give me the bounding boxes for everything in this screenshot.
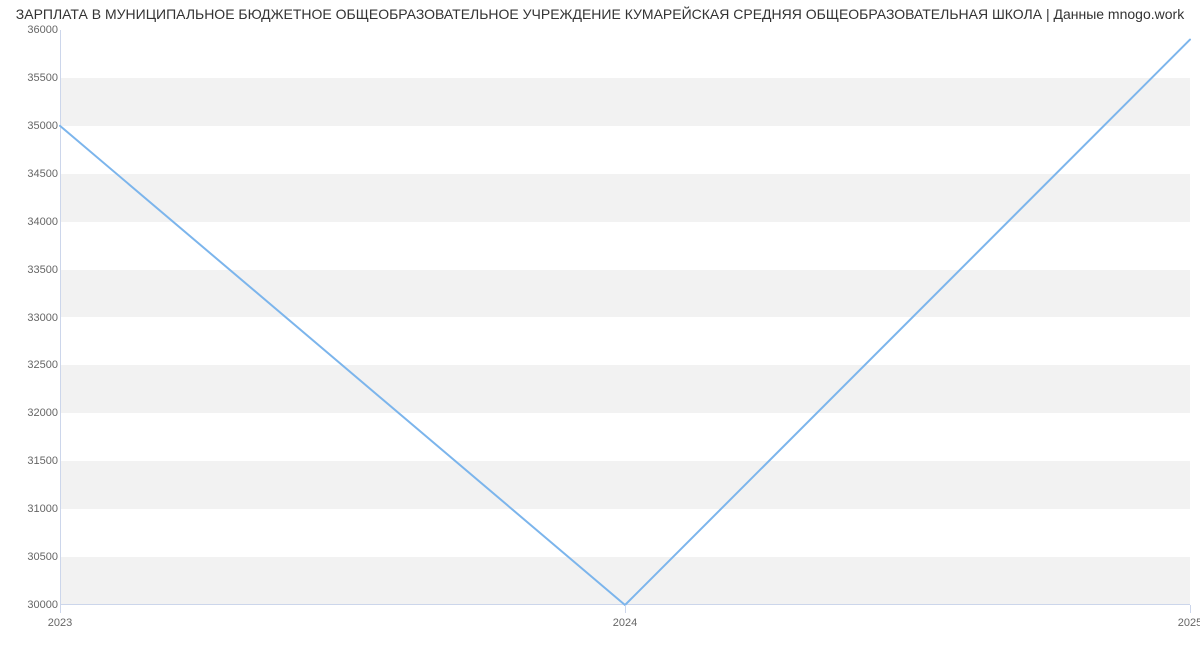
y-tick-label: 31000	[8, 503, 58, 515]
y-tick-label: 35000	[8, 120, 58, 132]
chart-title: ЗАРПЛАТА В МУНИЦИПАЛЬНОЕ БЮДЖЕТНОЕ ОБЩЕО…	[0, 6, 1200, 22]
x-tick-label: 2025	[1178, 617, 1200, 629]
y-tick-label: 36000	[8, 24, 58, 36]
y-tick-label: 32500	[8, 359, 58, 371]
y-tick-label: 34500	[8, 168, 58, 180]
x-tick-label: 2024	[613, 617, 637, 629]
y-tick-label: 31500	[8, 455, 58, 467]
y-tick-label: 30000	[8, 599, 58, 611]
y-tick-label: 33000	[8, 312, 58, 324]
x-tick	[60, 605, 61, 613]
x-tick-label: 2023	[48, 617, 72, 629]
x-tick	[1190, 605, 1191, 613]
series-line	[60, 40, 1190, 605]
y-tick-label: 33500	[8, 264, 58, 276]
plot-area: 202320242025	[60, 30, 1190, 605]
x-tick	[625, 605, 626, 613]
line-layer	[60, 30, 1190, 605]
y-tick-label: 30500	[8, 551, 58, 563]
y-tick-label: 35500	[8, 72, 58, 84]
y-tick-label: 34000	[8, 216, 58, 228]
chart-container: ЗАРПЛАТА В МУНИЦИПАЛЬНОЕ БЮДЖЕТНОЕ ОБЩЕО…	[0, 0, 1200, 650]
y-tick-label: 32000	[8, 407, 58, 419]
